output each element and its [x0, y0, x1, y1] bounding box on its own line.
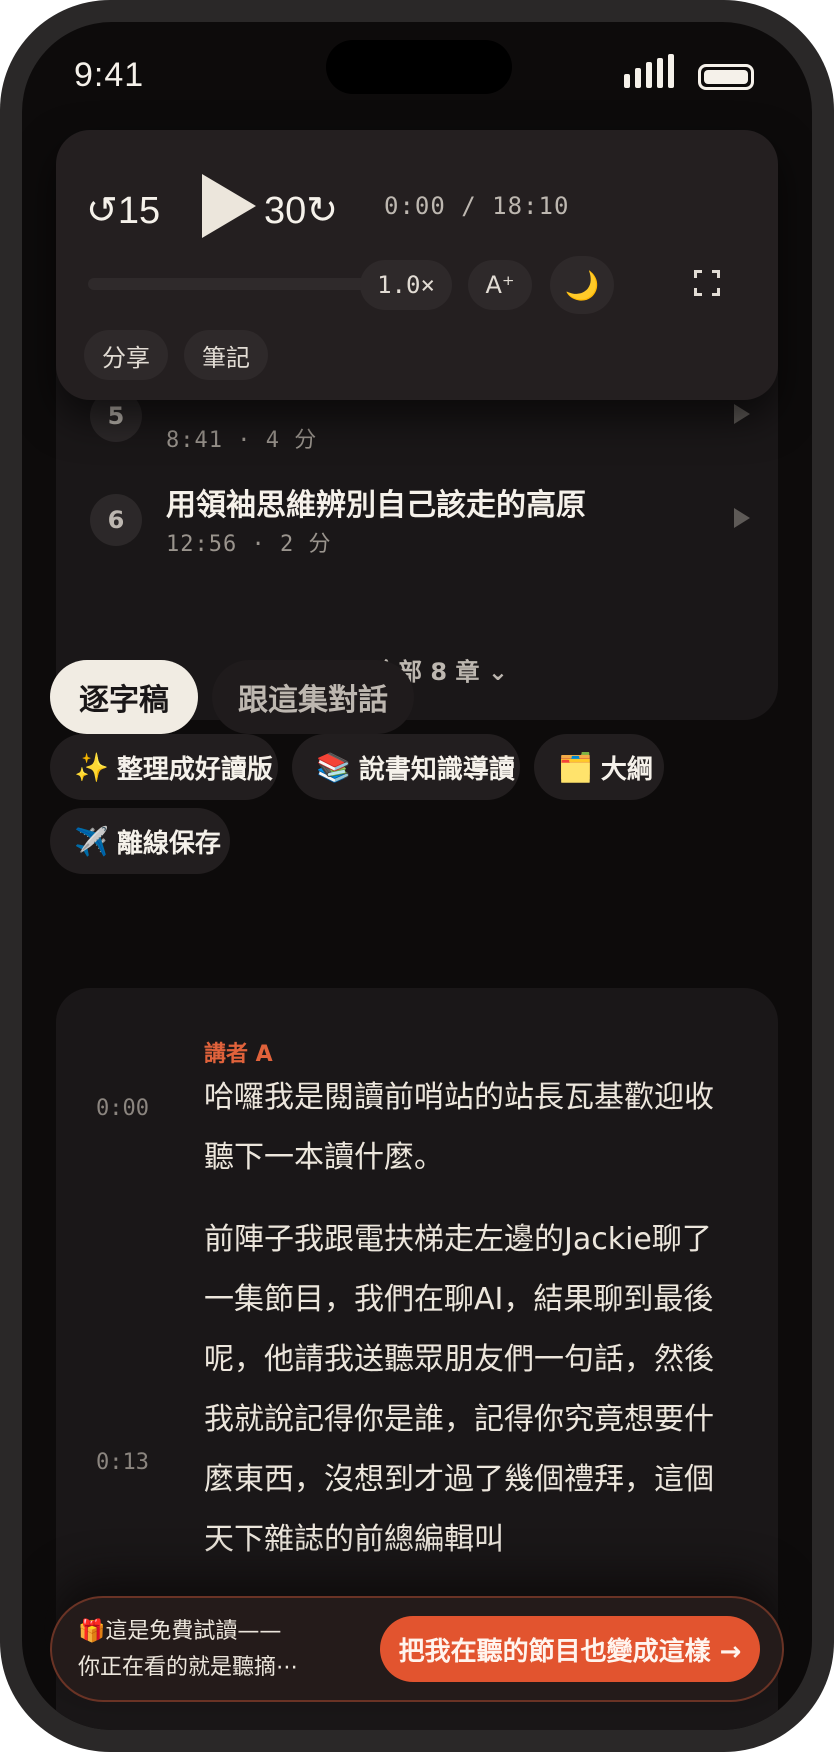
time-readout: 0:00 / 18:10	[384, 192, 570, 220]
play-icon[interactable]	[734, 508, 750, 528]
chip-label: 整理成好讀版	[116, 754, 273, 785]
chapter-number: 6	[90, 494, 142, 546]
signal-icon	[624, 54, 676, 88]
sparkles-icon: ✨	[74, 750, 109, 784]
font-size-button[interactable]: A⁺	[468, 260, 532, 310]
play-icon[interactable]	[734, 404, 750, 424]
transcript-segment: 哈囉我是閱讀前哨站的站長瓦基歡迎收聽下一本讀什麼。	[204, 1080, 714, 1175]
app-screen: 9:41 5 8:41 · 4 分 6 用領袖思維辨別自己該走的高原 12:56…	[22, 22, 812, 1730]
chapter-item[interactable]: 6 用領袖思維辨別自己該走的高原 12:56 · 2 分	[90, 480, 750, 570]
chip-label: 說書知識導讀	[358, 754, 515, 785]
transcript-segment: 前陣子我跟電扶梯走左邊的Jackie聊了一集節目，我們在聊AI，結果聊到最後呢，…	[204, 1222, 714, 1557]
book-guide-button[interactable]: 📚 說書知識導讀	[292, 734, 520, 800]
chip-label: 離線保存	[116, 828, 221, 859]
folder-icon: 🗂️	[558, 750, 593, 784]
share-button[interactable]: 分享	[84, 330, 168, 380]
chip-label: 大綱	[600, 754, 653, 785]
night-mode-button[interactable]: 🌙	[550, 256, 614, 314]
rewind-15-button[interactable]: ↺15	[86, 188, 160, 233]
chapter-title: 用領袖思維辨別自己該走的高原	[166, 488, 586, 523]
books-icon: 📚	[316, 750, 351, 784]
play-button[interactable]	[202, 174, 256, 238]
speed-button[interactable]: 1.0×	[360, 260, 452, 310]
audio-player: ↺15 30↻ 0:00 / 18:10 1.0× A⁺ 🌙 分享 筆記	[56, 130, 778, 400]
tab-chat[interactable]: 跟這集對話	[212, 660, 414, 734]
segment-timestamp[interactable]: 0:00	[96, 1096, 149, 1121]
trial-notice-line: 你正在看的就是聽摘⋯	[78, 1655, 299, 1680]
trial-notice-line: 🎁這是免費試讀——	[78, 1619, 282, 1644]
fullscreen-icon[interactable]	[694, 270, 720, 296]
tab-transcript[interactable]: 逐字稿	[50, 660, 198, 734]
notes-button[interactable]: 筆記	[184, 330, 268, 380]
segment-timestamp[interactable]: 0:13	[96, 1450, 149, 1475]
phone-frame: 9:41 5 8:41 · 4 分 6 用領袖思維辨別自己該走的高原 12:56…	[0, 0, 834, 1752]
convert-my-podcast-button[interactable]: 把我在聽的節目也變成這樣 →	[380, 1616, 760, 1682]
status-time: 9:41	[74, 56, 145, 94]
chapter-meta: 12:56 · 2 分	[166, 532, 332, 557]
readable-version-button[interactable]: ✨ 整理成好讀版	[50, 734, 278, 800]
outline-button[interactable]: 🗂️ 大綱	[534, 734, 664, 800]
speaker-label: 講者 A	[204, 1042, 273, 1067]
chapter-meta: 8:41 · 4 分	[166, 428, 318, 453]
progress-slider[interactable]	[88, 278, 376, 290]
airplane-icon: ✈️	[74, 824, 109, 858]
dynamic-island	[326, 40, 512, 94]
trial-notice: 🎁這是免費試讀—— 你正在看的就是聽摘⋯	[78, 1614, 338, 1686]
battery-icon	[698, 64, 754, 90]
trial-cta-bar: 🎁這是免費試讀—— 你正在看的就是聽摘⋯ 把我在聽的節目也變成這樣 →	[50, 1596, 784, 1702]
forward-30-button[interactable]: 30↻	[264, 188, 338, 233]
offline-save-button[interactable]: ✈️ 離線保存	[50, 808, 230, 874]
